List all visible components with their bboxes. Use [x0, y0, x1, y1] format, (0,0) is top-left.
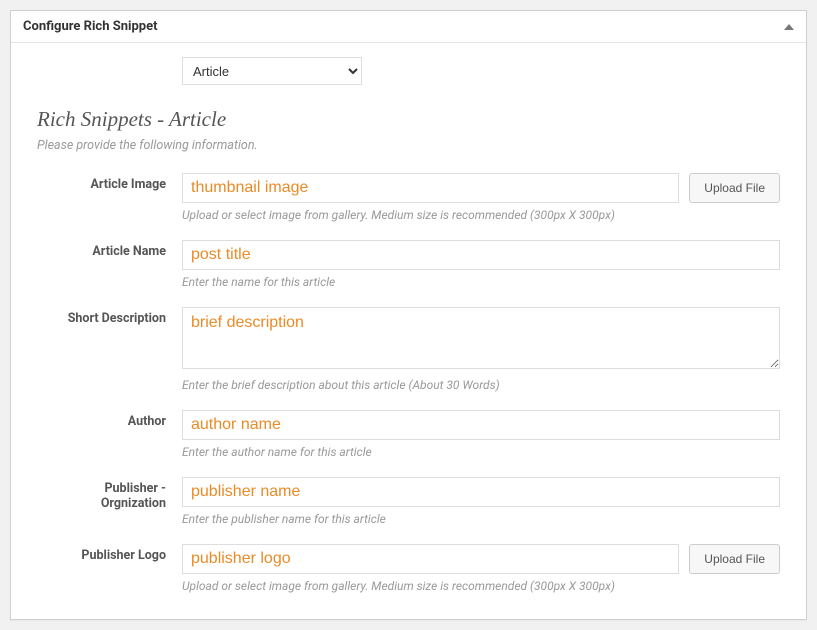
publisher-logo-hint: Upload or select image from gallery. Med…: [182, 579, 780, 593]
article-image-hint: Upload or select image from gallery. Med…: [182, 208, 780, 222]
field-publisher-org: Publisher - Orgnization Enter the publis…: [37, 477, 780, 526]
section-title: Rich Snippets - Article: [37, 107, 780, 132]
article-image-label: Article Image: [37, 173, 182, 222]
author-input[interactable]: [182, 410, 780, 440]
short-description-input[interactable]: [182, 307, 780, 369]
article-name-hint: Enter the name for this article: [182, 275, 780, 289]
field-short-description: Short Description Enter the brief descri…: [37, 307, 780, 392]
article-image-upload-button[interactable]: Upload File: [689, 173, 780, 203]
article-name-input[interactable]: [182, 240, 780, 270]
short-description-label: Short Description: [37, 307, 182, 392]
publisher-org-hint: Enter the publisher name for this articl…: [182, 512, 780, 526]
author-label: Author: [37, 410, 182, 459]
publisher-logo-upload-button[interactable]: Upload File: [689, 544, 780, 574]
publisher-logo-label: Publisher Logo: [37, 544, 182, 593]
field-article-image: Article Image Upload File Upload or sele…: [37, 173, 780, 222]
article-image-input[interactable]: [182, 173, 679, 203]
field-author: Author Enter the author name for this ar…: [37, 410, 780, 459]
panel-title: Configure Rich Snippet: [23, 19, 158, 34]
panel-header[interactable]: Configure Rich Snippet: [11, 11, 806, 43]
snippet-type-label-spacer: [37, 57, 182, 85]
short-description-hint: Enter the brief description about this a…: [182, 378, 780, 392]
field-publisher-logo: Publisher Logo Upload File Upload or sel…: [37, 544, 780, 593]
publisher-logo-input[interactable]: [182, 544, 679, 574]
publisher-org-label: Publisher - Orgnization: [37, 477, 182, 526]
article-name-label: Article Name: [37, 240, 182, 289]
collapse-icon: [784, 24, 794, 30]
panel-body: Article Rich Snippets - Article Please p…: [11, 43, 806, 619]
publisher-org-input[interactable]: [182, 477, 780, 507]
section-subtitle: Please provide the following information…: [37, 138, 780, 153]
snippet-type-select[interactable]: Article: [182, 57, 362, 85]
snippet-type-row: Article: [37, 57, 780, 85]
configure-rich-snippet-panel: Configure Rich Snippet Article Rich Snip…: [10, 10, 807, 620]
author-hint: Enter the author name for this article: [182, 445, 780, 459]
field-article-name: Article Name Enter the name for this art…: [37, 240, 780, 289]
